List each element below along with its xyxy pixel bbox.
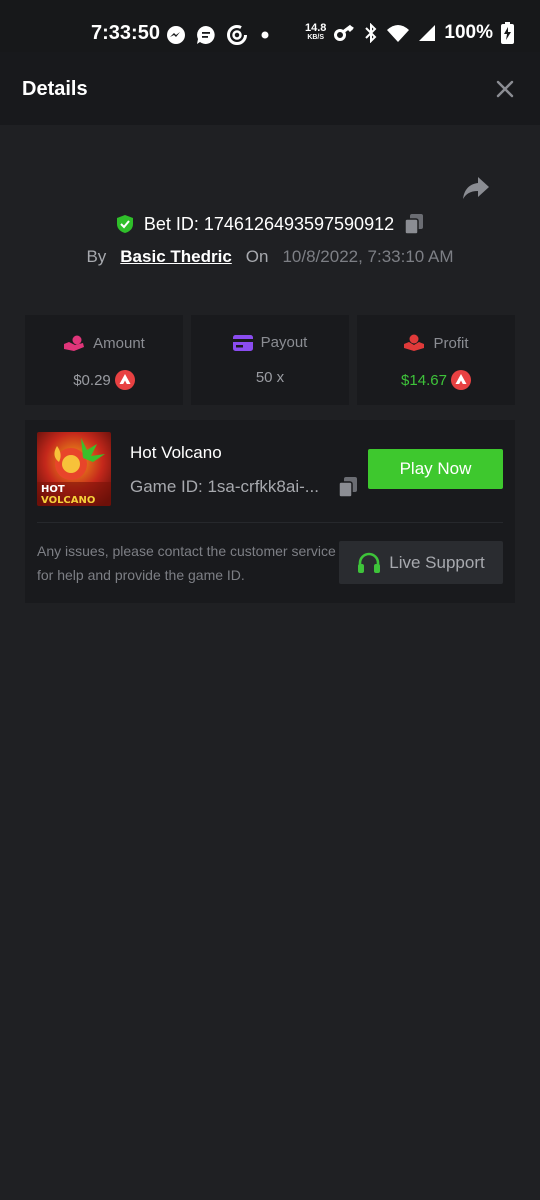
stat-profit: Profit $14.67 — [357, 315, 515, 405]
dot-icon — [261, 31, 269, 39]
chat-bubble-icon — [197, 26, 215, 44]
battery-charging-icon — [501, 22, 514, 44]
game-name[interactable]: Hot Volcano — [130, 443, 222, 463]
app-ring-icon — [227, 25, 247, 45]
battery-percent: 100% — [444, 22, 493, 43]
on-label: On — [245, 247, 269, 266]
close-icon[interactable] — [496, 80, 514, 98]
divider — [37, 522, 503, 523]
messenger-icon — [167, 26, 185, 44]
wifi-icon — [387, 25, 410, 42]
game-card: HOT VOLCANO Hot Volcano Game ID: 1sa-crf… — [25, 420, 515, 603]
avax-icon — [450, 370, 471, 390]
user-link[interactable]: Basic Thedric — [120, 247, 232, 267]
bet-date: 10/8/2022, 7:33:10 AM — [282, 247, 454, 266]
hand-coins-icon — [64, 335, 85, 351]
support-message: Any issues, please contact the customer … — [37, 543, 336, 583]
stat-profit-label: Profit — [433, 334, 469, 352]
stat-profit-value: $14.67 — [401, 371, 447, 389]
avax-icon — [114, 370, 135, 390]
stat-amount: Amount $0.29 — [25, 315, 183, 405]
bet-id: Bet ID: 1746126493597590912 — [143, 213, 395, 234]
stat-payout-value: 50 x — [255, 369, 285, 386]
game-id-row: Game ID: 1sa-crfkk8ai-... — [130, 476, 358, 498]
stat-amount-value: $0.29 — [73, 371, 111, 389]
stat-payout: Payout 50 x — [191, 315, 349, 405]
card-icon — [232, 334, 253, 351]
bluetooth-icon — [365, 23, 377, 43]
game-thumbnail[interactable]: HOT VOLCANO — [37, 432, 111, 506]
game-id: Game ID: 1sa-crfkk8ai-... — [130, 477, 319, 496]
play-now-button[interactable]: Play Now — [368, 449, 503, 489]
copy-game-id-icon[interactable] — [338, 476, 358, 498]
bet-owner-row: By Basic Thedric On 10/8/2022, 7:33:10 A… — [0, 247, 540, 267]
svg-text:HOT: HOT — [41, 484, 65, 495]
copy-bet-id-icon[interactable] — [404, 213, 424, 235]
net-speed: 14.8 KB/S — [304, 22, 327, 42]
shield-check-icon — [116, 215, 133, 233]
by-label: By — [86, 247, 107, 266]
live-support-button[interactable]: Live Support — [339, 541, 503, 584]
status-time: 7:33:50 — [91, 22, 160, 44]
stat-amount-label: Amount — [93, 334, 145, 352]
key-icon — [334, 24, 355, 41]
signal-icon — [419, 25, 436, 41]
status-bar: 7:33:50 14.8 KB/S 100% — [0, 0, 540, 52]
page-title: Details — [22, 78, 88, 100]
bet-id-row: Bet ID: 1746126493597590912 — [0, 213, 540, 235]
details-header: Details — [0, 52, 540, 125]
bet-stats: Amount $0.29 Payout 50 x Profit $14.67 — [25, 315, 515, 405]
stat-payout-label: Payout — [260, 334, 308, 351]
volcano-art-icon: HOT VOLCANO — [37, 432, 111, 506]
live-support-label: Live Support — [389, 552, 485, 572]
svg-text:VOLCANO: VOLCANO — [41, 495, 95, 506]
hand-money-icon — [404, 334, 425, 351]
share-icon[interactable] — [462, 176, 490, 200]
headset-icon — [358, 552, 381, 573]
